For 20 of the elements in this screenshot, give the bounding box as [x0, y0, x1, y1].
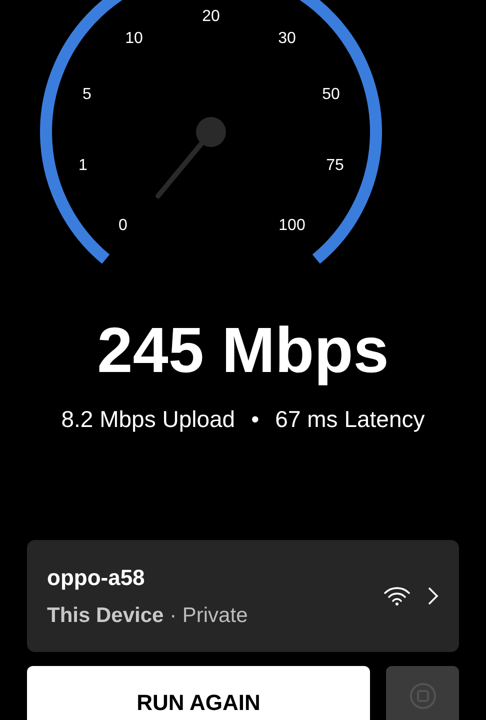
chevron-right-icon: [427, 586, 439, 606]
scale-label: 10: [125, 30, 143, 47]
upload-speed: 8.2 Mbps Upload: [61, 405, 236, 434]
device-name: oppo-a58: [47, 564, 146, 592]
separator-dot: •: [251, 405, 260, 434]
scale-label: 75: [326, 157, 344, 174]
scale-label: 20: [202, 8, 220, 25]
wifi-icon: [383, 586, 411, 606]
download-speed: 245 Mbps: [97, 314, 389, 386]
scale-label: 1: [78, 157, 88, 174]
scale-label: 50: [322, 86, 340, 103]
device-card[interactable]: oppo-a58 This Device · Private: [27, 540, 459, 652]
device-detail: This Device · Private: [47, 602, 249, 629]
stop-icon: [408, 681, 438, 711]
scale-label: 0: [118, 217, 128, 234]
run-again-button[interactable]: RUN AGAIN: [27, 666, 370, 720]
scale-label: 30: [278, 30, 296, 47]
latency-value: 67 ms Latency: [275, 405, 425, 434]
scale-label: 100: [278, 217, 306, 234]
scale-label: 5: [82, 86, 92, 103]
